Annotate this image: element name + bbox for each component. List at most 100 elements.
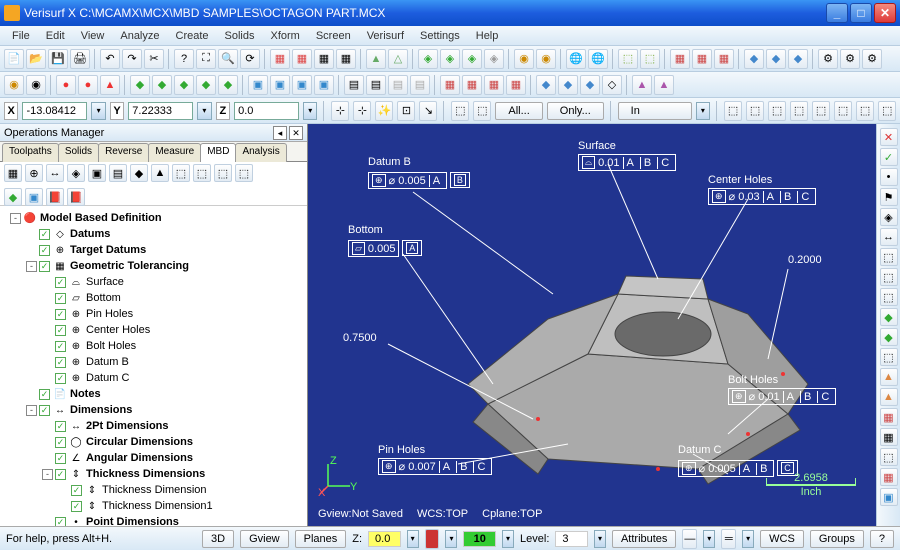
rt-12-icon[interactable]: ▲ <box>880 388 898 406</box>
ot1-icon[interactable]: ▦ <box>4 164 22 182</box>
rt-1-icon[interactable]: • <box>880 168 898 186</box>
tree-checkbox[interactable]: ✓ <box>39 245 50 256</box>
rt-5-icon[interactable]: ⬚ <box>880 248 898 266</box>
menu-xform[interactable]: Xform <box>265 28 306 44</box>
ot16-icon[interactable]: 📕 <box>67 188 85 206</box>
tree-item[interactable]: ✓◯Circular Dimensions <box>2 434 305 450</box>
tree-checkbox[interactable]: ✓ <box>55 517 66 527</box>
ot2-icon[interactable]: ⊕ <box>25 164 43 182</box>
ot14-icon[interactable]: ▣ <box>25 188 43 206</box>
minimize-button[interactable]: _ <box>826 3 848 23</box>
tree-item[interactable]: ✓⌓Surface <box>2 274 305 290</box>
t2-1-icon[interactable]: ◉ <box>4 75 24 95</box>
tree-item[interactable]: -✓⇕Thickness Dimensions <box>2 466 305 482</box>
tree-checkbox[interactable]: ✓ <box>55 421 66 432</box>
t2-24-icon[interactable]: ◆ <box>558 75 578 95</box>
t2-26-icon[interactable]: ◇ <box>602 75 622 95</box>
ot10-icon[interactable]: ⬚ <box>193 164 211 182</box>
tree-item[interactable]: ✓•Point Dimensions <box>2 514 305 526</box>
rt-16-icon[interactable]: ▦ <box>880 468 898 486</box>
s6-icon[interactable]: ⬚ <box>834 101 852 121</box>
snap3-icon[interactable]: ✨ <box>375 101 393 121</box>
tree-item[interactable]: ✓⊕Center Holes <box>2 322 305 338</box>
menu-create[interactable]: Create <box>170 28 215 44</box>
x-dropdown[interactable]: ▾ <box>91 102 105 120</box>
status-help-button[interactable]: ? <box>870 530 894 548</box>
t2-23-icon[interactable]: ◆ <box>536 75 556 95</box>
s1-icon[interactable]: ⬚ <box>724 101 742 121</box>
status-attrs-button[interactable]: Attributes <box>612 530 676 548</box>
t2-27-icon[interactable]: ▲ <box>632 75 652 95</box>
snap5-icon[interactable]: ↘ <box>419 101 437 121</box>
cube3-icon[interactable]: ◈ <box>462 49 482 69</box>
tree-expander[interactable]: - <box>42 469 53 480</box>
ot5-icon[interactable]: ▣ <box>88 164 106 182</box>
grid2-icon[interactable]: ▦ <box>692 49 712 69</box>
ot7-icon[interactable]: ◆ <box>130 164 148 182</box>
tree-checkbox[interactable]: ✓ <box>55 277 66 288</box>
viewport-3d[interactable]: Datum B ⊕⌀ 0.005A B Surface ⌓0.01ABC Cen… <box>308 124 876 526</box>
cube2-icon[interactable]: ◈ <box>440 49 460 69</box>
tree-item[interactable]: ✓⊕Datum C <box>2 370 305 386</box>
status-3d-button[interactable]: 3D <box>202 530 234 548</box>
tree-item[interactable]: ✓⇕Thickness Dimension <box>2 482 305 498</box>
snap4-icon[interactable]: ⊡ <box>397 101 415 121</box>
tree-item[interactable]: ✓↔2Pt Dimensions <box>2 418 305 434</box>
status-line-dd[interactable]: ▾ <box>703 530 715 548</box>
y-input[interactable]: 7.22333 <box>128 102 193 120</box>
solid2-icon[interactable]: ◆ <box>766 49 786 69</box>
t2-7-icon[interactable]: ◆ <box>152 75 172 95</box>
print-icon[interactable]: 🖨 <box>70 49 90 69</box>
sel2-icon[interactable]: ⬚ <box>640 49 660 69</box>
cube4-icon[interactable]: ◈ <box>484 49 504 69</box>
rt-2-icon[interactable]: ⚑ <box>880 188 898 206</box>
ot4-icon[interactable]: ◈ <box>67 164 85 182</box>
snap1-icon[interactable]: ⊹ <box>331 101 349 121</box>
t2-20-icon[interactable]: ▦ <box>462 75 482 95</box>
rt-check-icon[interactable]: ✓ <box>880 148 898 166</box>
tree-checkbox[interactable]: ✓ <box>55 309 66 320</box>
rt-9-icon[interactable]: ◆ <box>880 328 898 346</box>
status-weight-icon[interactable]: ═ <box>721 529 736 549</box>
status-weight-dd[interactable]: ▾ <box>742 530 754 548</box>
z-dropdown[interactable]: ▾ <box>303 102 317 120</box>
rt-7-icon[interactable]: ⬚ <box>880 288 898 306</box>
grid1-icon[interactable]: ▦ <box>670 49 690 69</box>
tree-checkbox[interactable]: ✓ <box>39 229 50 240</box>
menu-screen[interactable]: Screen <box>310 28 357 44</box>
help-icon[interactable]: ? <box>174 49 194 69</box>
tree-item[interactable]: ✓▱Bottom <box>2 290 305 306</box>
mbd-tree[interactable]: -🔴Model Based Definition✓◇Datums✓⊕Target… <box>0 206 307 526</box>
sel1-icon[interactable]: ⬚ <box>618 49 638 69</box>
t2-18-icon[interactable]: ▤ <box>410 75 430 95</box>
tree-item[interactable]: -🔴Model Based Definition <box>2 210 305 226</box>
status-z-input[interactable]: 0.0 <box>368 531 401 547</box>
ot15-icon[interactable]: 📕 <box>46 188 64 206</box>
t2-5-icon[interactable]: ▲ <box>100 75 120 95</box>
x-input[interactable]: -13.08412 <box>22 102 87 120</box>
f2-icon[interactable]: ⬚ <box>473 101 491 121</box>
maximize-button[interactable]: □ <box>850 3 872 23</box>
new-icon[interactable]: 📄 <box>4 49 24 69</box>
solid1-icon[interactable]: ◆ <box>744 49 764 69</box>
refresh-icon[interactable]: ⟳ <box>240 49 260 69</box>
tab-measure[interactable]: Measure <box>148 143 201 162</box>
tree-checkbox[interactable]: ✓ <box>39 405 50 416</box>
t2-15-icon[interactable]: ▤ <box>344 75 364 95</box>
rt-6-icon[interactable]: ⬚ <box>880 268 898 286</box>
rt-3-icon[interactable]: ◈ <box>880 208 898 226</box>
tab-analysis[interactable]: Analysis <box>235 143 286 162</box>
tree-item[interactable]: ✓⊕Pin Holes <box>2 306 305 322</box>
menu-edit[interactable]: Edit <box>40 28 71 44</box>
tree-checkbox[interactable]: ✓ <box>55 469 66 480</box>
rt-14-icon[interactable]: ▦ <box>880 428 898 446</box>
f1-icon[interactable]: ⬚ <box>451 101 469 121</box>
s4-icon[interactable]: ⬚ <box>790 101 808 121</box>
rt-delete-icon[interactable]: ✕ <box>880 128 898 146</box>
rt-10-icon[interactable]: ⬚ <box>880 348 898 366</box>
rt-11-icon[interactable]: ▲ <box>880 368 898 386</box>
rt-15-icon[interactable]: ⬚ <box>880 448 898 466</box>
menu-solids[interactable]: Solids <box>219 28 261 44</box>
save-icon[interactable]: 💾 <box>48 49 68 69</box>
status-level-input[interactable]: 3 <box>555 531 588 547</box>
